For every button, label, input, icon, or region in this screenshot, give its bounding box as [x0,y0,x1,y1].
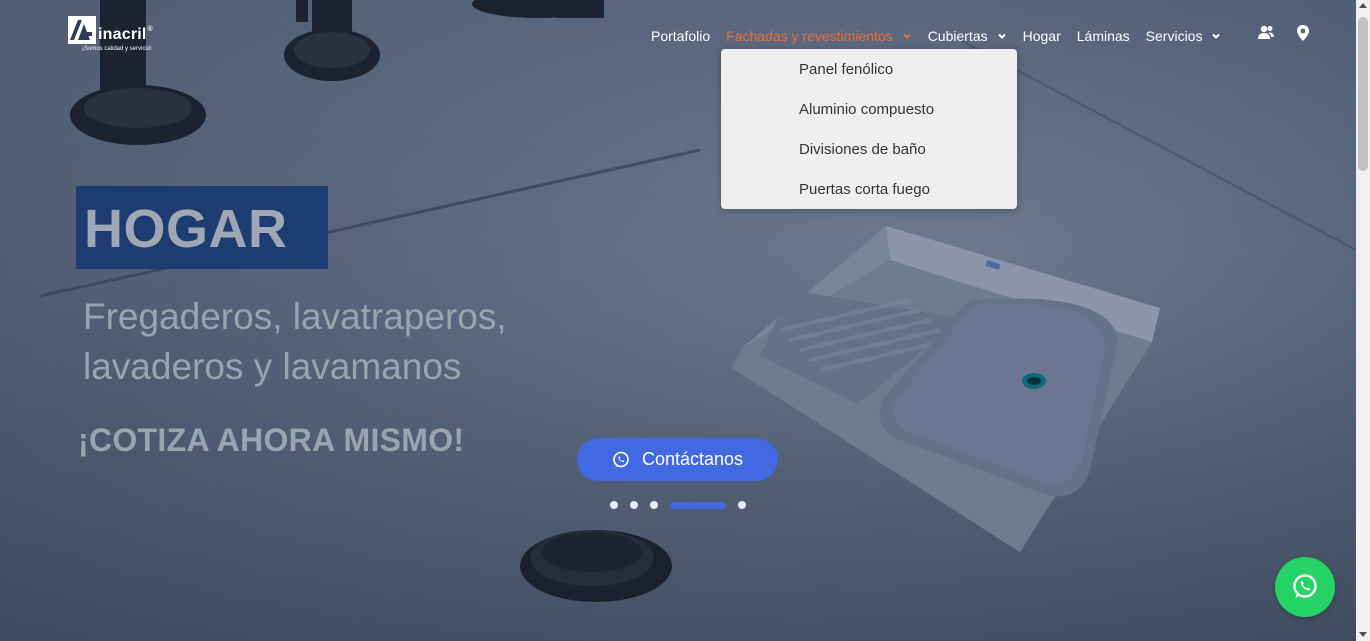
hero-subtitle-line1: Fregaderos, lavatraperos, [83,296,507,337]
contact-button-label: Contáctanos [641,449,744,469]
users-icon[interactable] [1257,24,1275,42]
scroll-up-arrow-icon[interactable] [1359,3,1367,8]
nav-item-cubiertas[interactable]: Cubiertas [928,28,1007,44]
dropdown-item-puertas-corta-fuego[interactable]: Puertas corta fuego [799,181,930,198]
logo-tagline: ¡Somos calidad y servicio! [82,46,152,52]
chevron-down-icon [997,33,1006,39]
nav-item-laminas[interactable]: Láminas [1077,28,1130,44]
whatsapp-icon [1293,574,1317,598]
nav-item-portafolio[interactable]: Portafolio [651,28,710,44]
main-nav: Portafolio Fachadas y revestimientos Cub… [651,26,1237,46]
contact-button[interactable]: Contáctanos [577,438,778,481]
carousel-dots [610,500,758,510]
fachadas-dropdown-menu: Panel fenólico Aluminio compuesto Divisi… [721,49,1017,209]
hero-title: HOGAR [84,199,288,259]
hero-cta-text: ¡COTIZA AHORA MISMO! [78,422,465,458]
nav-item-hogar[interactable]: Hogar [1023,28,1061,44]
inacril-logo[interactable]: inacril® ¡Somos calidad y servicio! [68,16,164,56]
hero-banner: inacril® ¡Somos calidad y servicio! Port… [0,0,1356,641]
location-pin-icon[interactable] [1294,24,1312,42]
carousel-dot[interactable] [630,501,638,509]
carousel-dot[interactable] [610,501,618,509]
logo-mark-icon [68,16,96,44]
logo-wordmark: inacril® [98,26,153,43]
dropdown-item-panel-fenolico[interactable]: Panel fenólico [799,61,893,78]
page-scrollbar[interactable] [1356,0,1370,641]
nav-item-servicios[interactable]: Servicios [1146,28,1222,44]
scroll-thumb[interactable] [1358,17,1368,171]
carousel-dot-active[interactable] [670,501,726,509]
carousel-dot[interactable] [650,501,658,509]
hero-subtitle-line2: lavaderos y lavamanos [83,346,462,387]
nav-item-fachadas[interactable]: Fachadas y revestimientos [726,28,912,44]
scroll-down-arrow-icon[interactable] [1359,632,1367,637]
chevron-down-icon [1212,33,1221,39]
dropdown-item-divisiones-bano[interactable]: Divisiones de baño [799,141,926,158]
chevron-down-icon [902,33,911,39]
whatsapp-icon [613,451,629,467]
whatsapp-float-button[interactable] [1275,557,1335,617]
carousel-dot[interactable] [738,501,746,509]
dropdown-item-aluminio-compuesto[interactable]: Aluminio compuesto [799,101,934,118]
